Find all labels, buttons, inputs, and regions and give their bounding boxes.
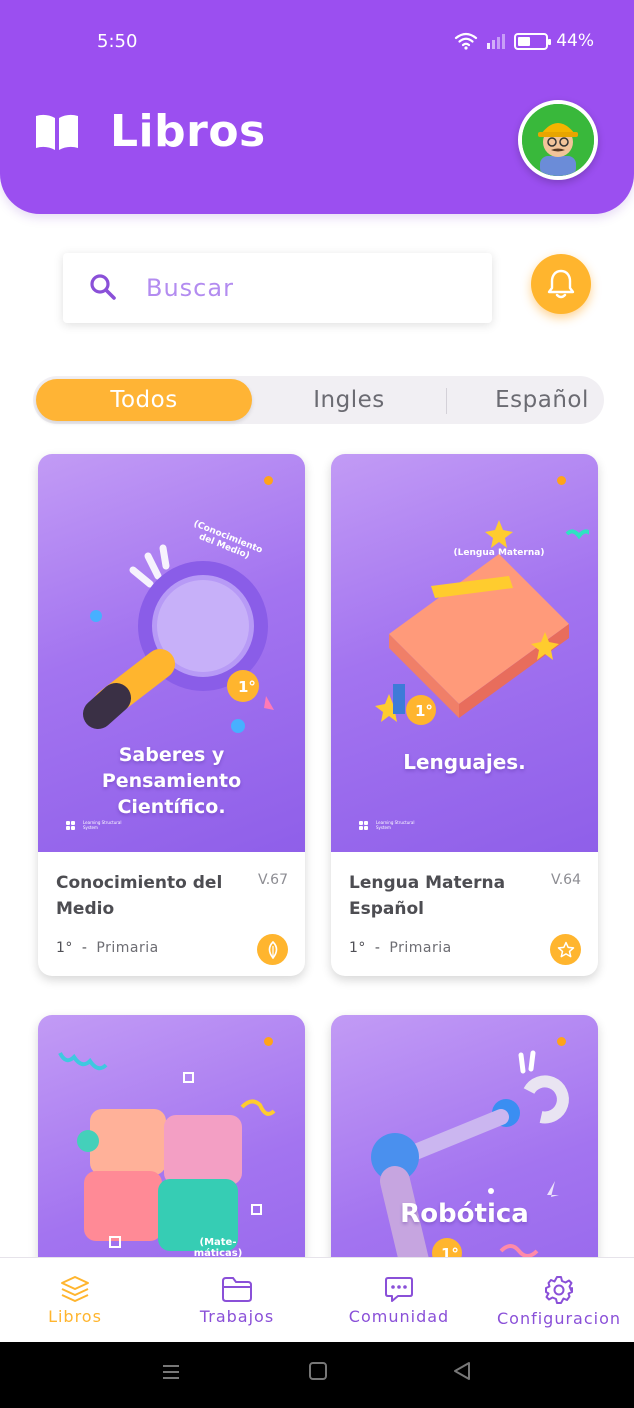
subject-badge: [257, 934, 288, 965]
book-info: Lengua Materna Español V.64 1° - Primari…: [331, 852, 598, 976]
book-grade: 1° - Primaria: [349, 940, 452, 956]
brand-logo: Learning Structural System: [66, 820, 133, 830]
battery-percent: 44%: [556, 31, 594, 51]
page-title: Libros: [110, 106, 266, 157]
book-cover: (Conocimiento del Medio) 1° Saberes y Pe…: [38, 454, 305, 852]
book-illustration-icon: 1°: [375, 520, 589, 725]
app-header: 5:50 44% Libros: [0, 0, 634, 214]
cover-subtitle: (Mate- máticas): [193, 1237, 243, 1259]
gear-icon: [545, 1276, 573, 1304]
book-name: Lengua Materna Español: [349, 873, 506, 919]
back-icon[interactable]: [452, 1361, 472, 1381]
status-time: 5:50: [97, 31, 138, 52]
cover-title: Saberes y Pensamiento Científico.: [101, 744, 242, 818]
nav-label: Comunidad: [348, 1307, 450, 1326]
leaf-icon: [268, 940, 277, 959]
signal-icon: [487, 34, 506, 49]
nav-label: Trabajos: [199, 1307, 275, 1326]
avatar-engineer-icon: [522, 104, 594, 176]
notifications-button[interactable]: [531, 254, 591, 314]
book-info: Conocimiento del Medio V.67 1° - Primari…: [38, 852, 305, 976]
book-version: V.64: [550, 872, 581, 888]
brand-logo: Learning Structural System: [359, 820, 426, 830]
home-icon[interactable]: [308, 1361, 328, 1381]
book-version: V.67: [257, 872, 288, 888]
tab-espanol[interactable]: Español: [447, 376, 634, 424]
nav-label: Configuracion: [496, 1309, 622, 1328]
battery-icon: [514, 32, 552, 50]
book-card[interactable]: (Conocimiento del Medio) 1° Saberes y Pe…: [38, 454, 305, 976]
tab-todos[interactable]: Todos: [36, 379, 252, 421]
nav-comunidad[interactable]: Comunidad: [334, 1258, 464, 1343]
chat-icon: [385, 1277, 413, 1302]
cover-title: Robótica: [400, 1199, 529, 1229]
star-icon: [557, 941, 574, 957]
puzzle-icon: [58, 1052, 276, 1251]
layers-icon: [61, 1276, 89, 1302]
cover-badge: 1°: [238, 678, 256, 696]
system-nav-bar: [0, 1342, 634, 1408]
search-bar[interactable]: [63, 253, 492, 323]
menu-icon[interactable]: [161, 1362, 181, 1382]
nav-trabajos[interactable]: Trabajos: [177, 1258, 297, 1343]
tab-ingles[interactable]: Ingles: [253, 376, 445, 424]
cover-badge: 1°: [415, 702, 433, 720]
status-indicators: 44%: [454, 31, 594, 51]
avatar[interactable]: [518, 100, 598, 180]
cover-title: Lenguajes.: [403, 750, 526, 774]
robot-arm-icon: 1°: [371, 1050, 569, 1275]
category-tabs: Todos Ingles Español: [33, 376, 604, 424]
subject-badge: [550, 934, 581, 965]
book-card[interactable]: (Lengua Materna) 1° Lenguajes. Learning …: [331, 454, 598, 976]
bottom-nav: Libros Trabajos Comunidad Configuracion: [0, 1257, 634, 1342]
magnifier-icon: 1°: [83, 544, 274, 733]
search-icon: [90, 274, 116, 300]
folder-icon: [222, 1277, 252, 1302]
bell-icon: [547, 269, 575, 299]
search-input[interactable]: [146, 267, 466, 309]
nav-libros[interactable]: Libros: [14, 1258, 136, 1343]
wifi-icon: [455, 32, 478, 50]
nav-label: Libros: [48, 1307, 102, 1326]
book-grade: 1° - Primaria: [56, 940, 159, 956]
book-open-icon: [36, 114, 78, 150]
book-name: Conocimiento del Medio: [56, 873, 223, 919]
nav-configuracion[interactable]: Configuracion: [486, 1258, 632, 1343]
book-cover: (Lengua Materna) 1° Lenguajes. Learning …: [331, 454, 598, 852]
